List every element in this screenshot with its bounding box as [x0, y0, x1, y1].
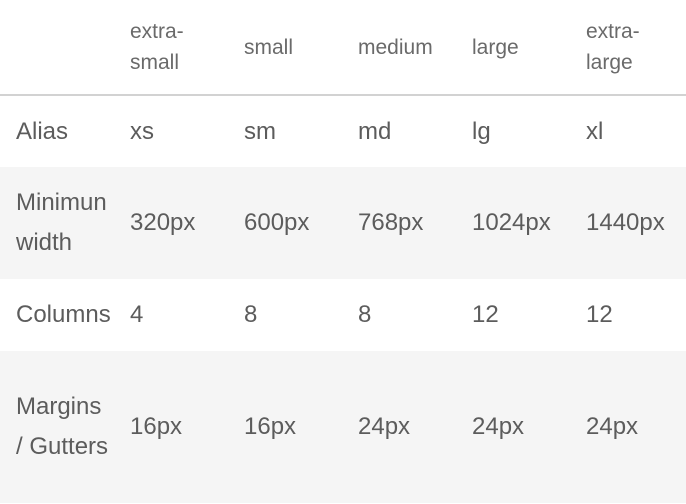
table-cell: 8 — [244, 301, 258, 328]
table-cell: md — [358, 117, 392, 145]
table-cell: 4 — [130, 301, 144, 328]
table-header-row: extra- small small medium large extra- l… — [0, 0, 686, 96]
header-cell-large: large — [456, 0, 570, 96]
row-label: Alias — [16, 117, 69, 145]
table-cell: 24px — [472, 413, 525, 440]
table-row-columns: Columns 4 8 8 12 12 — [0, 279, 686, 351]
table-cell: 768px — [358, 209, 424, 236]
table-cell: 24px — [358, 413, 411, 440]
table-cell: 1440px — [586, 209, 665, 236]
table-cell: 12 — [472, 301, 499, 328]
header-line: extra- — [586, 20, 640, 43]
table-cell: 16px — [244, 413, 297, 440]
header-cell-medium: medium — [342, 0, 456, 96]
table-row-margins-gutters: Margins / Gutters 16px 16px 24px 24px 24… — [0, 351, 686, 503]
header-line: small — [130, 51, 180, 74]
table-cell: lg — [472, 117, 491, 145]
header-line: extra- — [130, 20, 184, 43]
table-row-minimum-width: Minimun width 320px 600px 768px 1024px 1… — [0, 167, 686, 279]
header-line: large — [586, 51, 633, 74]
row-label: Columns — [16, 301, 111, 328]
table-cell: 8 — [358, 301, 372, 328]
breakpoints-table: extra- small small medium large extra- l… — [0, 0, 686, 503]
header-cell-extra-large: extra- large — [570, 0, 686, 96]
table-cell: xl — [586, 117, 604, 145]
table-cell: 24px — [586, 413, 639, 440]
header-cell-empty — [0, 0, 114, 96]
table-cell: 12 — [586, 301, 613, 328]
table-cell: xs — [130, 117, 154, 145]
table-cell: 16px — [130, 413, 183, 440]
header-cell-extra-small: extra- small — [114, 0, 228, 96]
table-cell: 1024px — [472, 209, 551, 236]
table-cell: sm — [244, 117, 276, 145]
table-row-alias: Alias xs sm md lg xl — [0, 95, 686, 167]
row-label: Margins / Gutters — [16, 393, 109, 460]
header-cell-small: small — [228, 0, 342, 96]
table-cell: 600px — [244, 209, 310, 236]
row-label: Minimun width — [16, 189, 107, 256]
table-cell: 320px — [130, 209, 196, 236]
